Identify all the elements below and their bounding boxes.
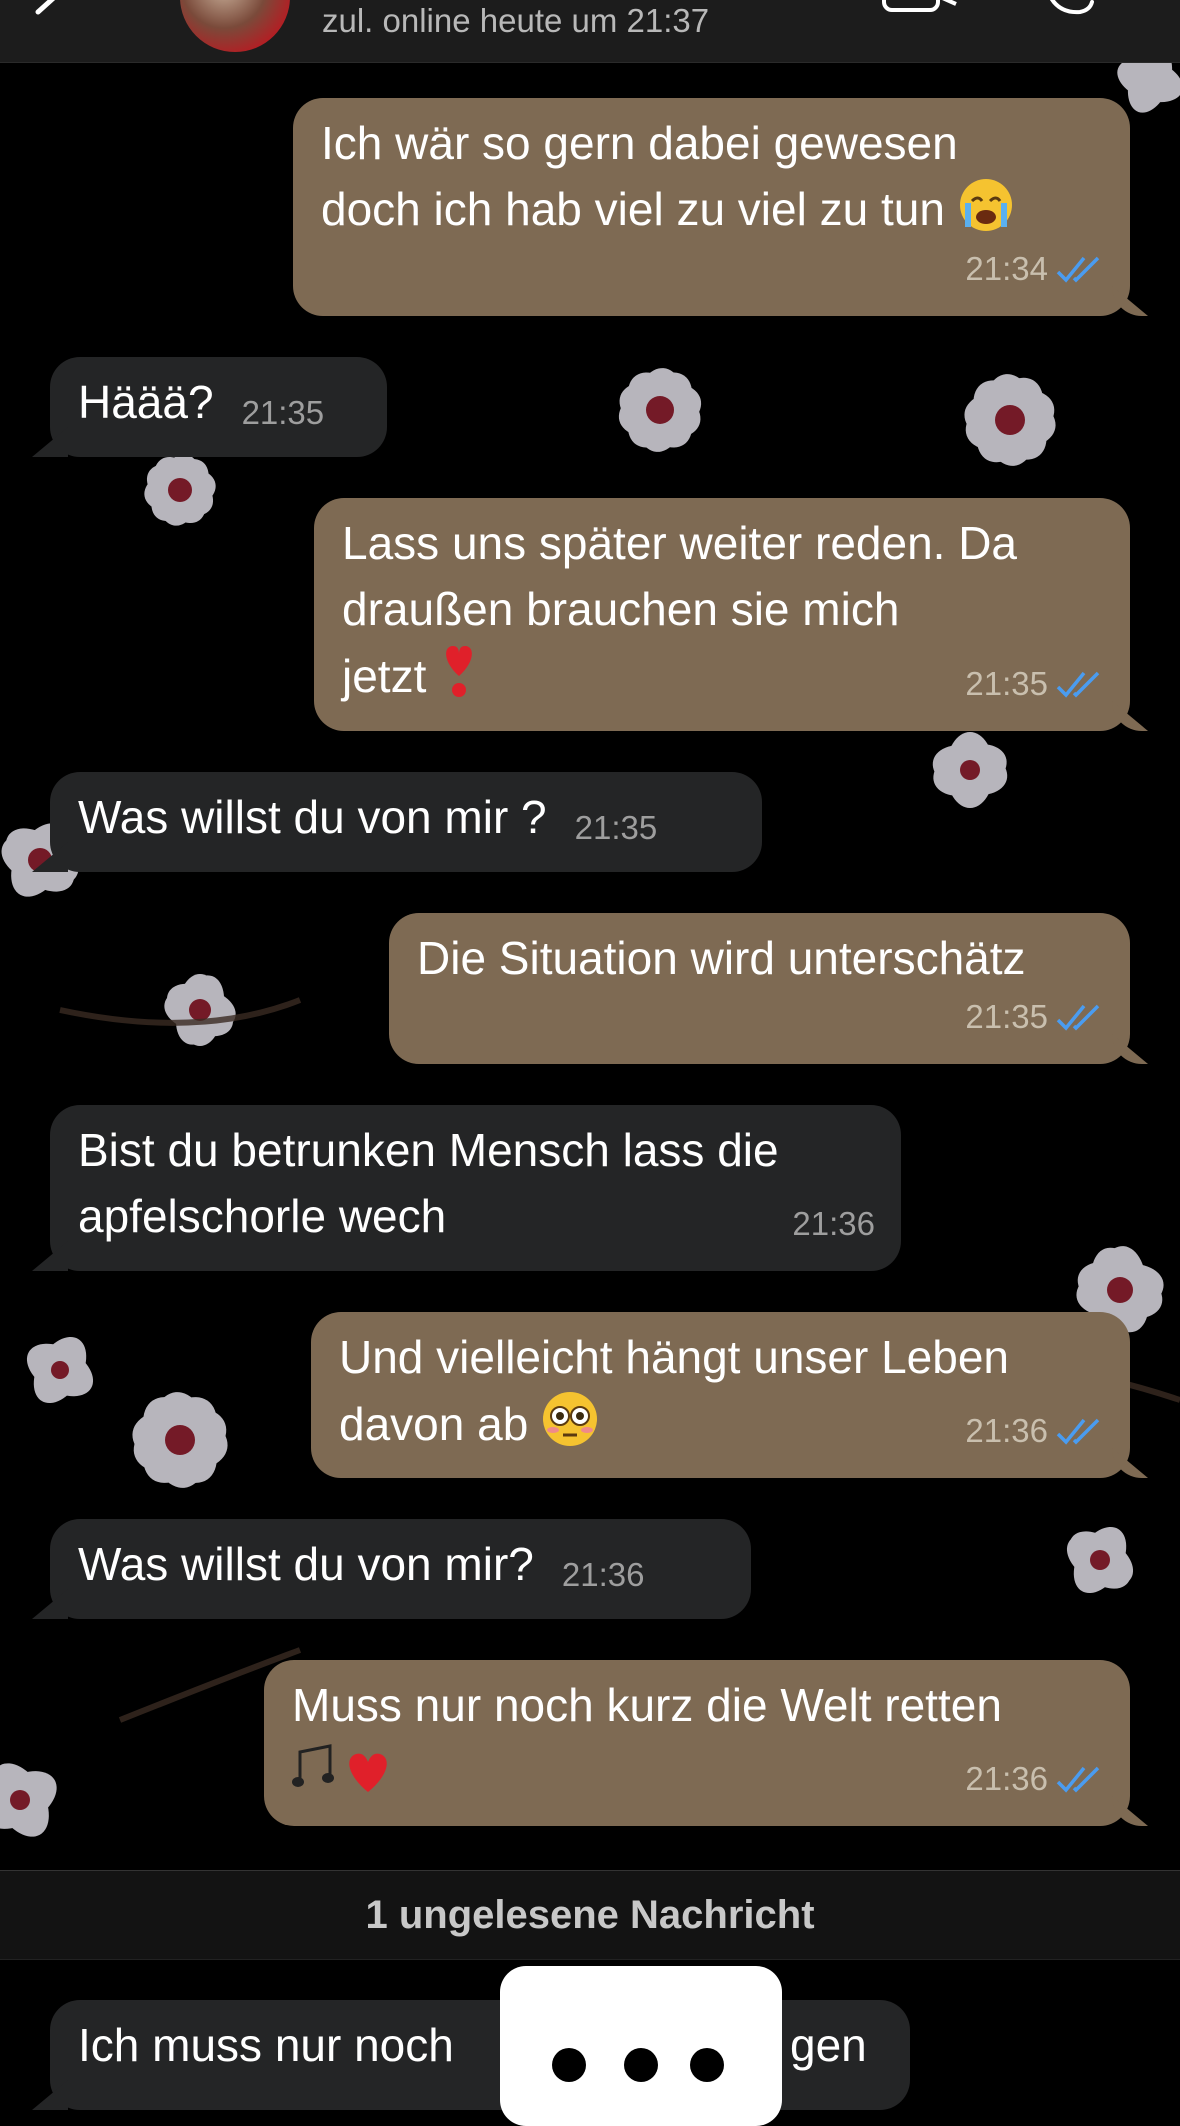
video-call-icon[interactable] <box>880 0 960 24</box>
message-meta: 21:36 <box>965 1398 1104 1464</box>
message-text: Die Situation wird unterschätz <box>417 932 1026 984</box>
message-time: 21:35 <box>965 998 1048 1035</box>
unread-label: 1 ungelesene Nachricht <box>365 1892 815 1937</box>
message-time: 21:35 <box>241 394 325 431</box>
message-text-right: gen <box>790 2019 867 2071</box>
read-receipt-icon <box>1056 1766 1100 1793</box>
message-text: Was willst du von mir? <box>78 1538 534 1590</box>
message-meta: 21:35 <box>965 984 1104 1050</box>
message-time: 21:35 <box>574 809 658 846</box>
flushed-face-emoji-icon <box>541 1390 599 1465</box>
message-bubble-incoming[interactable]: Was willst du von mir? 21:36 <box>32 1519 751 1619</box>
message-time: 21:36 <box>965 1760 1048 1797</box>
message-bubble-outgoing[interactable]: Ich wär so gern dabei gewesen doch ich h… <box>293 98 1148 316</box>
message-time: 21:35 <box>965 665 1048 702</box>
message-bubble-outgoing[interactable]: Die Situation wird unterschätz 21:35 <box>389 913 1148 1064</box>
message-meta: 21:34 <box>965 236 1104 302</box>
read-receipt-icon <box>1056 256 1100 283</box>
message-meta: 21:36 <box>965 1746 1104 1812</box>
read-receipt-icon <box>1056 1004 1100 1031</box>
music-notes-heart-emoji-icon <box>292 1738 404 1815</box>
heart-exclamation-emoji-icon <box>439 642 479 717</box>
message-time: 21:36 <box>792 1205 875 1242</box>
read-receipt-icon <box>1056 671 1100 698</box>
message-text: Und vielleicht hängt unser Leben davon a… <box>339 1331 1010 1450</box>
message-bubble-outgoing[interactable]: Und vielleicht hängt unser Leben davon a… <box>311 1312 1148 1478</box>
message-time: 21:34 <box>965 250 1048 287</box>
message-time: 21:36 <box>561 1556 645 1593</box>
read-receipt-icon <box>1056 1418 1100 1445</box>
message-bubble-incoming[interactable]: Was willst du von mir ? 21:35 <box>32 772 762 872</box>
contact-avatar[interactable] <box>180 0 290 52</box>
message-meta: 21:36 <box>792 1191 875 1257</box>
message-bubble-incoming[interactable]: Häää? 21:35 <box>32 357 387 457</box>
message-bubble-outgoing[interactable]: Lass uns später weiter reden. Da draußen… <box>314 498 1148 731</box>
message-meta: 21:35 <box>965 651 1104 717</box>
chat-header: zul. online heute um 21:37 <box>0 0 1180 63</box>
message-text: Ich wär so gern dabei gewesen doch ich h… <box>321 117 958 235</box>
unread-messages-divider: 1 ungelesene Nachricht <box>0 1870 1180 1960</box>
message-time: 21:36 <box>965 1412 1048 1449</box>
back-chevron-icon[interactable] <box>20 0 80 30</box>
phone-call-icon[interactable] <box>1040 0 1100 24</box>
message-bubble-incoming[interactable]: Bist du betrunken Mensch lass die apfels… <box>32 1105 901 1271</box>
message-text-left: Ich muss nur noch <box>78 2019 454 2071</box>
last-seen-status: zul. online heute um 21:37 <box>322 2 710 39</box>
typing-dots-overlay-icon <box>500 1966 782 2126</box>
message-text: Bist du betrunken Mensch lass die apfels… <box>78 1124 779 1242</box>
message-text: Muss nur noch kurz die Welt retten <box>292 1679 1002 1731</box>
message-text: Häää? <box>78 376 214 428</box>
message-bubble-outgoing[interactable]: Muss nur noch kurz die Welt retten 21:36 <box>264 1660 1148 1826</box>
message-text: Was willst du von mir ? <box>78 791 547 843</box>
